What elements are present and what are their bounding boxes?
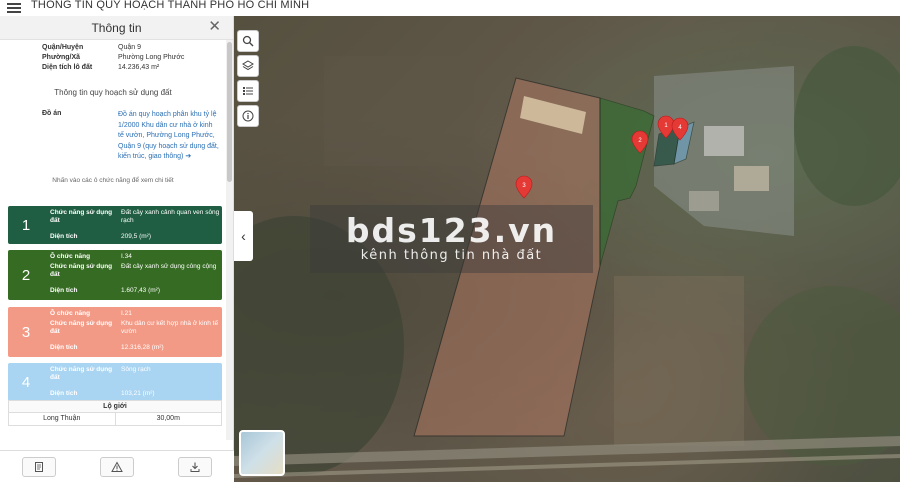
info-value: Phường Long Phước xyxy=(118,53,185,61)
zone-value: Đất cây xanh sử dụng công cộng xyxy=(121,263,217,270)
search-icon xyxy=(242,35,254,47)
section-title: Thông tin quy hoạch sử dụng đất xyxy=(54,88,172,97)
info-label: Diện tích lô đất xyxy=(42,63,93,71)
project-link-text[interactable]: Đồ án quy hoạch phân khu tỷ lệ 1/2000 Kh… xyxy=(118,111,219,160)
project-row: Đồ án Đồ án quy hoạch phân khu tỷ lệ 1/2… xyxy=(0,110,226,163)
table-header: Lộ giới xyxy=(8,400,222,413)
info-value: Quận 9 xyxy=(118,43,141,51)
panel-scrollbar-thumb[interactable] xyxy=(227,42,232,182)
app-title: THÔNG TIN QUY HOẠCH THÀNH PHỐ HỒ CHÍ MIN… xyxy=(31,0,310,11)
zone-number: 3 xyxy=(21,323,31,341)
top-bar: THÔNG TIN QUY HOẠCH THÀNH PHỐ HỒ CHÍ MIN… xyxy=(0,0,900,16)
project-label: Đồ án xyxy=(42,110,62,117)
watermark-sub: kênh thông tin nhà đất xyxy=(360,248,543,263)
zone-label: Chức năng sử dụng đất xyxy=(50,320,113,335)
collapse-panel-button[interactable]: ‹ xyxy=(234,211,253,261)
project-link[interactable]: Đồ án quy hoạch phân khu tỷ lệ 1/2000 Kh… xyxy=(118,110,226,163)
zone-label: Diện tích xyxy=(50,390,78,397)
zone-label: Diện tích xyxy=(50,287,78,294)
panel-footer xyxy=(0,450,234,482)
report-button[interactable] xyxy=(100,456,134,477)
zone-label: Ô chức năng xyxy=(50,310,91,317)
chevron-left-icon: ‹ xyxy=(241,228,246,244)
zone-card-4[interactable]: 4 Chức năng sử dụng đất Sông rạch Diện tí… xyxy=(8,363,222,401)
list-icon xyxy=(243,87,253,95)
road-width: 30,00m xyxy=(156,415,180,422)
zone-value: Khu dân cư kết hợp nhà ở kinh tế vườn xyxy=(121,320,219,335)
hamburger-menu-icon[interactable] xyxy=(7,3,21,13)
hint-text: Nhấn vào các ô chức năng để xem chi tiết xyxy=(52,176,174,184)
zone-value: Đất cây xanh cảnh quan ven sông rạch xyxy=(121,209,220,224)
arrow-right-icon: ➔ xyxy=(185,153,192,160)
layers-tool-button[interactable] xyxy=(237,55,259,77)
layers-icon xyxy=(242,60,254,71)
zone-value: 12.316,28 (m²) xyxy=(121,344,164,351)
info-icon xyxy=(242,110,254,122)
table-row: Long Thuận 30,00m xyxy=(8,413,222,426)
zone-value: 209,5 (m²) xyxy=(121,233,151,240)
search-tool-button[interactable] xyxy=(237,30,259,52)
watermark: bds123.vn kênh thông tin nhà đất xyxy=(310,205,593,273)
zone-value: I.21 xyxy=(121,310,132,317)
zone-number: 4 xyxy=(21,373,31,391)
basemap-toggle-thumbnail[interactable] xyxy=(239,430,285,476)
zone-card-2[interactable]: 2 Ô chức năng I.34 Chức năng sử dụng đất Đ… xyxy=(8,250,222,300)
zone-label: Chức năng sử dụng đất xyxy=(50,263,113,278)
warning-icon xyxy=(111,460,123,472)
list-tool-button[interactable] xyxy=(237,80,259,102)
close-icon[interactable]: ✕ xyxy=(208,19,221,34)
zone-label: Ô chức năng xyxy=(50,253,91,260)
zone-value: 103,21 (m²) xyxy=(121,390,155,397)
info-row-area: Diện tích lô đất 14.236,43 m² xyxy=(0,62,226,72)
zone-label: Diện tích xyxy=(50,344,78,351)
zone-card-1[interactable]: 1 Chức năng sử dụng đất Đất cây xanh cảnh… xyxy=(8,206,222,244)
zone-label: Chức năng sử dụng đất xyxy=(50,209,113,224)
zone-label: Chức năng sử dụng đất xyxy=(50,366,113,381)
zone-card-3[interactable]: 3 Ô chức năng I.21 Chức năng sử dụng đất K… xyxy=(8,307,222,357)
zone-label: Diện tích xyxy=(50,233,78,240)
zone-value: Sông rạch xyxy=(121,366,151,373)
panel-title: Thông tin xyxy=(91,20,142,35)
download-icon xyxy=(190,462,200,472)
info-row-ward: Phường/Xã Phường Long Phước xyxy=(0,52,226,62)
zone-value: 1.607,43 (m²) xyxy=(121,287,161,294)
info-panel: Thông tin ✕ Quận/Huyện Quận 9 Phường/Xã … xyxy=(0,16,234,482)
info-label: Quận/Huyện xyxy=(42,43,84,51)
road-boundary-table: Lộ giới Long Thuận 30,00m xyxy=(8,400,222,426)
document-icon xyxy=(35,461,43,472)
info-tool-button[interactable] xyxy=(237,105,259,127)
info-value: 14.236,43 m² xyxy=(118,63,160,71)
zone-number: 1 xyxy=(21,216,31,234)
watermark-main: bds123.vn xyxy=(345,211,558,250)
zone-number: 2 xyxy=(21,266,31,284)
road-name: Long Thuận xyxy=(9,413,116,425)
info-label: Phường/Xã xyxy=(42,53,81,61)
document-button[interactable] xyxy=(22,456,56,477)
panel-header: Thông tin ✕ xyxy=(0,16,233,40)
zone-value: I.34 xyxy=(121,253,132,260)
info-row-district: Quận/Huyện Quận 9 xyxy=(0,42,226,52)
download-button[interactable] xyxy=(178,456,212,477)
